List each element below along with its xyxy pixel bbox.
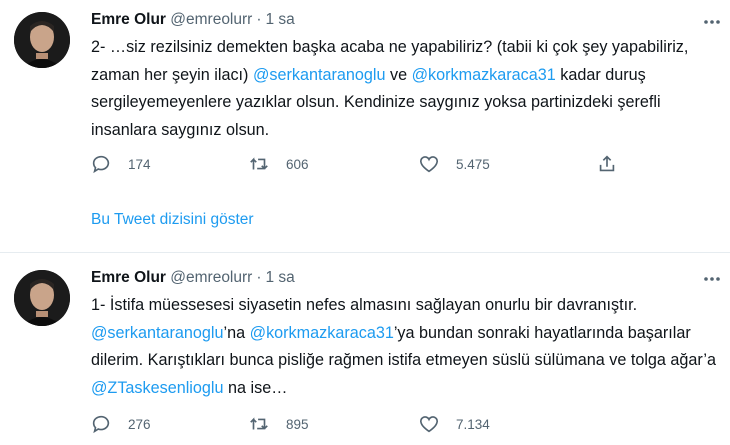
more-icon[interactable] xyxy=(702,269,722,289)
avatar[interactable] xyxy=(14,270,70,326)
tweet-header: Emre Olur @emreolurr · 1 sa xyxy=(91,267,295,289)
like-button[interactable]: 5.475 xyxy=(418,150,490,178)
show-thread-link[interactable]: Bu Tweet dizisini göster xyxy=(91,211,254,229)
reply-button[interactable]: 174 xyxy=(90,150,151,178)
author-name[interactable]: Emre Olur xyxy=(91,269,166,286)
tweet-actions: 276 895 7.134 xyxy=(88,410,628,438)
retweet-count: 606 xyxy=(286,156,309,172)
tweet-time[interactable]: 1 sa xyxy=(266,269,295,286)
reply-button[interactable]: 276 xyxy=(90,410,151,438)
retweet-icon xyxy=(250,417,268,430)
mention-link[interactable]: @serkantaranoglu xyxy=(253,66,386,84)
author-handle[interactable]: @emreolurr xyxy=(170,11,252,28)
reply-count: 276 xyxy=(128,416,151,432)
text-segment: ve xyxy=(385,65,412,84)
retweet-count: 895 xyxy=(286,416,309,432)
tweet-actions: 174 606 5.475 xyxy=(88,150,628,178)
share-icon xyxy=(599,155,615,172)
tweet-text: 1- İstifa müessesesi siyasetin nefes alm… xyxy=(91,292,721,402)
heart-icon xyxy=(419,416,439,433)
mention-link[interactable]: @korkmazkaraca31 xyxy=(412,66,556,84)
avatar[interactable] xyxy=(14,12,70,68)
tweet-text: 2- …siz rezilsiniz demekten başka acaba … xyxy=(91,34,721,144)
tweet-time[interactable]: 1 sa xyxy=(266,11,295,28)
reply-icon xyxy=(92,155,110,174)
avatar-photo xyxy=(14,12,70,68)
mention-link[interactable]: @korkmazkaraca31 xyxy=(250,324,394,342)
mention-link[interactable]: @ZTaskesenlioglu xyxy=(91,379,224,397)
text-segment: ’na xyxy=(223,323,250,342)
tweet[interactable]: Emre Olur @emreolurr · 1 sa 2- …siz rezils… xyxy=(0,0,730,252)
avatar-photo xyxy=(14,270,70,326)
like-count: 5.475 xyxy=(456,156,490,172)
more-icon[interactable] xyxy=(702,12,722,32)
author-name[interactable]: Emre Olur xyxy=(91,11,166,28)
retweet-button[interactable]: 895 xyxy=(248,410,309,438)
text-segment: na ise… xyxy=(223,378,288,397)
separator-dot: · xyxy=(256,11,262,28)
tweet-header: Emre Olur @emreolurr · 1 sa xyxy=(91,9,295,31)
like-count: 7.134 xyxy=(456,416,490,432)
retweet-button[interactable]: 606 xyxy=(248,150,309,178)
share-button[interactable] xyxy=(596,150,618,178)
author-handle[interactable]: @emreolurr xyxy=(170,269,252,286)
retweet-icon xyxy=(250,157,268,170)
text-segment: 1- İstifa müessesesi siyasetin nefes alm… xyxy=(91,296,638,314)
like-button[interactable]: 7.134 xyxy=(418,410,490,438)
reply-icon xyxy=(92,415,110,434)
mention-link[interactable]: @serkantaranoglu xyxy=(91,324,224,342)
separator-dot: · xyxy=(256,269,262,286)
heart-icon xyxy=(419,156,439,173)
reply-count: 174 xyxy=(128,156,151,172)
